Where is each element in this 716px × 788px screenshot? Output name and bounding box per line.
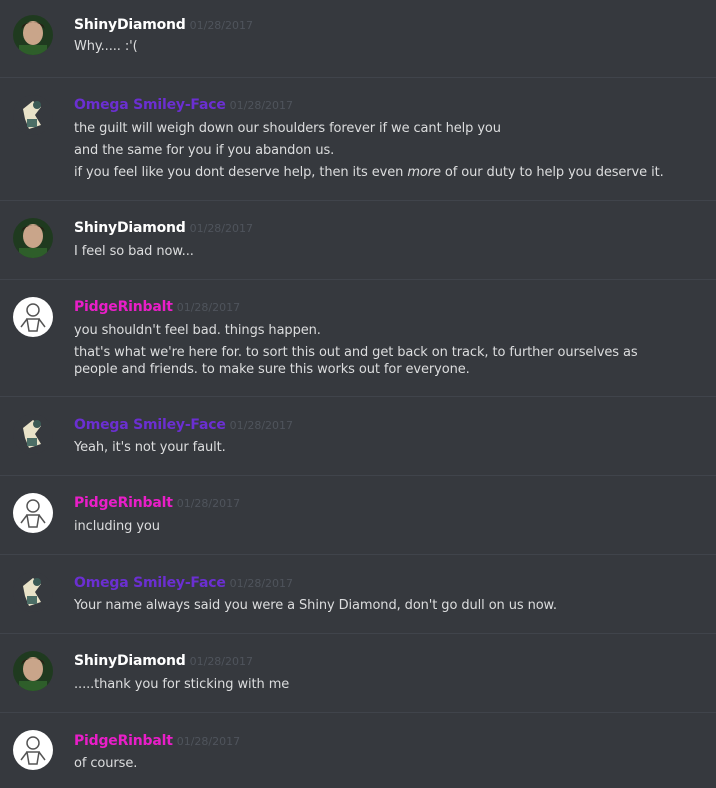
shinydiamond-avatar[interactable] (13, 651, 53, 691)
message-group: ShinyDiamond 01/28/2017 I feel so bad now… (0, 200, 716, 279)
message-group: ShinyDiamond 01/28/2017 .....thank you fo… (0, 633, 716, 712)
timestamp: 01/28/2017 (176, 301, 241, 314)
author-name[interactable]: Omega Smiley-Face (74, 417, 226, 433)
shinydiamond-avatar[interactable] (13, 218, 53, 258)
timestamp: 01/28/2017 (189, 19, 254, 32)
pidge-avatar[interactable] (13, 297, 53, 337)
message-text: including you (74, 519, 160, 534)
message-text: of course. (74, 756, 138, 771)
message-text: I feel so bad now... (74, 244, 194, 259)
message-group: PidgeRinbalt 01/28/2017 including you (0, 475, 716, 554)
message-text: if you feel like you dont deserve help, … (74, 165, 664, 180)
timestamp: 01/28/2017 (189, 222, 254, 235)
message-text: that's what we're here for. to sort this… (74, 345, 638, 377)
author-name[interactable]: PidgeRinbalt (74, 299, 173, 315)
pidge-avatar[interactable] (13, 730, 53, 770)
author-name[interactable]: PidgeRinbalt (74, 495, 173, 511)
timestamp: 01/28/2017 (229, 577, 294, 590)
message-group: ShinyDiamond 01/28/2017 Why..... :'( (0, 0, 716, 77)
author-name[interactable]: Omega Smiley-Face (74, 575, 226, 591)
message-text: you shouldn't feel bad. things happen. (74, 323, 321, 338)
timestamp: 01/28/2017 (176, 497, 241, 510)
omega-avatar[interactable] (13, 95, 53, 135)
author-name[interactable]: ShinyDiamond (74, 653, 186, 669)
message-text: Why..... :'( (74, 39, 138, 54)
omega-avatar[interactable] (13, 414, 53, 454)
omega-avatar[interactable] (13, 572, 53, 612)
author-name[interactable]: ShinyDiamond (74, 220, 186, 236)
message-group: Omega Smiley-Face 01/28/2017 Yeah, it's n… (0, 396, 716, 475)
timestamp: 01/28/2017 (229, 99, 294, 112)
author-name[interactable]: Omega Smiley-Face (74, 97, 226, 113)
author-name[interactable]: PidgeRinbalt (74, 733, 173, 749)
message-text: Yeah, it's not your fault. (74, 440, 226, 455)
message-text: the guilt will weigh down our shoulders … (74, 121, 501, 136)
message-text: .....thank you for sticking with me (74, 677, 290, 692)
message-text: and the same for you if you abandon us. (74, 143, 335, 158)
message-text: Your name always said you were a Shiny D… (74, 598, 557, 613)
message-group: PidgeRinbalt 01/28/2017 of course. (0, 712, 716, 788)
timestamp: 01/28/2017 (189, 655, 254, 668)
pidge-avatar[interactable] (13, 493, 53, 533)
timestamp: 01/28/2017 (176, 735, 241, 748)
message-group: PidgeRinbalt 01/28/2017 you shouldn't fee… (0, 279, 716, 396)
message-group: Omega Smiley-Face 01/28/2017 Your name al… (0, 554, 716, 633)
message-group: Omega Smiley-Face 01/28/2017 the guilt wi… (0, 77, 716, 200)
shinydiamond-avatar[interactable] (13, 15, 53, 55)
timestamp: 01/28/2017 (229, 419, 294, 432)
chat-log: ShinyDiamond 01/28/2017 Why..... :'( Omeg… (0, 0, 716, 788)
author-name[interactable]: ShinyDiamond (74, 17, 186, 33)
